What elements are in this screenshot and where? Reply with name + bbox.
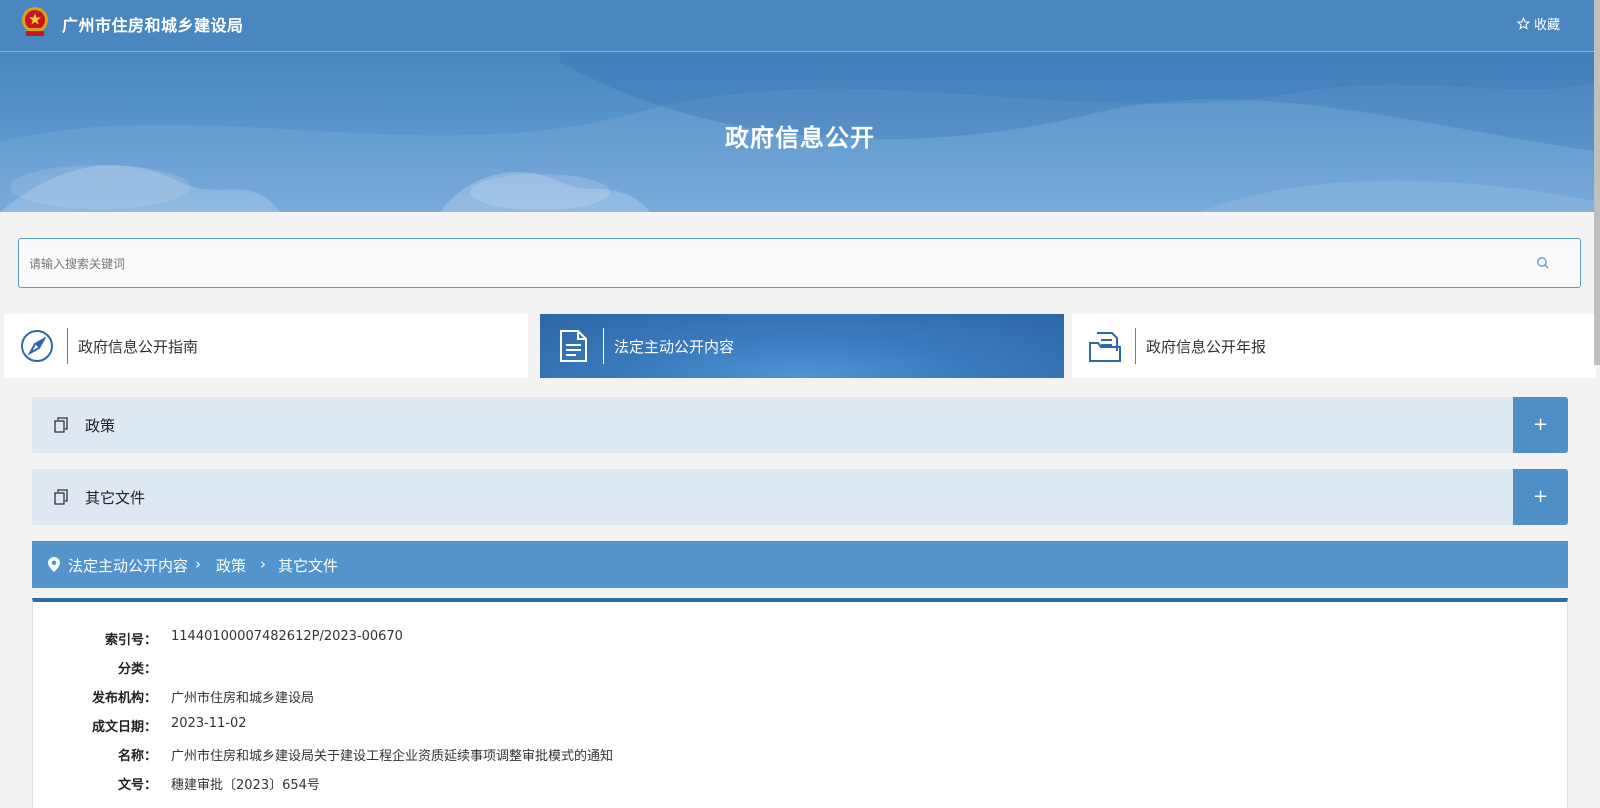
detail-key: 名称：	[117, 749, 157, 764]
top-bar: 广州市住房和城乡建设局 收藏	[0, 0, 1600, 52]
search-bar	[18, 238, 1581, 289]
favorite-label: 收藏	[1533, 18, 1560, 33]
tab-guide-label: 政府信息公开指南	[78, 338, 199, 356]
national-emblem-icon	[22, 7, 48, 36]
scrollbar[interactable]	[1594, 0, 1600, 365]
location-pin-icon	[48, 557, 60, 572]
favorite-button[interactable]: 收藏	[1516, 14, 1560, 33]
compass-icon	[21, 330, 53, 362]
detail-value: 广州市住房和城乡建设局	[171, 691, 315, 706]
tab-separator	[603, 328, 604, 364]
tab-annual-report-label: 政府信息公开年报	[1146, 338, 1267, 356]
accordion-other-files[interactable]: 其它文件 +	[32, 469, 1568, 525]
expand-button[interactable]: +	[1513, 397, 1568, 453]
tab-guide[interactable]: 政府信息公开指南	[4, 314, 528, 378]
expand-button[interactable]: +	[1513, 469, 1568, 525]
detail-value: 广州市住房和城乡建设局关于建设工程企业资质延续事项调整审批模式的通知	[171, 749, 614, 764]
search-icon[interactable]	[1536, 256, 1550, 270]
tab-statutory-content-label: 法定主动公开内容	[614, 338, 735, 356]
tab-statutory-content[interactable]: 法定主动公开内容	[540, 314, 1064, 378]
document-details: 索引号： 11440100007482612P/2023-00670 分类： 发…	[32, 598, 1568, 808]
tab-separator	[1135, 328, 1136, 364]
breadcrumb: 法定主动公开内容 › 政策 › 其它文件	[32, 541, 1568, 588]
chevron-right-icon: ›	[260, 555, 266, 573]
site-title[interactable]: 广州市住房和城乡建设局	[62, 12, 244, 36]
accordion-policy[interactable]: 政策 +	[32, 397, 1568, 453]
detail-key: 分类：	[117, 662, 157, 677]
breadcrumb-item[interactable]: 法定主动公开内容	[68, 555, 188, 576]
document-icon	[560, 330, 587, 362]
category-tabs: 政府信息公开指南 法定主动公开内容 政府信息公开年报	[4, 314, 1596, 378]
detail-key: 索引号：	[104, 633, 157, 648]
banner: 政府信息公开	[0, 52, 1600, 212]
folder-icon	[1089, 332, 1121, 362]
breadcrumb-item[interactable]: 政策	[216, 555, 246, 576]
tab-annual-report[interactable]: 政府信息公开年报	[1072, 314, 1596, 378]
copy-document-icon	[54, 417, 68, 433]
banner-title: 政府信息公开	[725, 124, 875, 152]
search-input[interactable]	[27, 239, 1511, 289]
detail-value: 穗建审批〔2023〕654号	[171, 778, 320, 793]
accordion-policy-label: 政策	[85, 417, 116, 435]
chevron-right-icon: ›	[195, 555, 201, 573]
tab-separator	[67, 328, 68, 364]
breadcrumb-item[interactable]: 其它文件	[278, 555, 338, 576]
copy-document-icon	[54, 489, 68, 505]
accordion-other-files-label: 其它文件	[85, 489, 146, 507]
detail-key: 发布机构：	[91, 691, 157, 706]
detail-key: 成文日期：	[91, 720, 157, 735]
star-icon	[1516, 17, 1530, 30]
detail-key: 文号：	[117, 778, 157, 793]
detail-value: 11440100007482612P/2023-00670	[171, 629, 403, 644]
detail-value: 2023-11-02	[171, 716, 247, 731]
